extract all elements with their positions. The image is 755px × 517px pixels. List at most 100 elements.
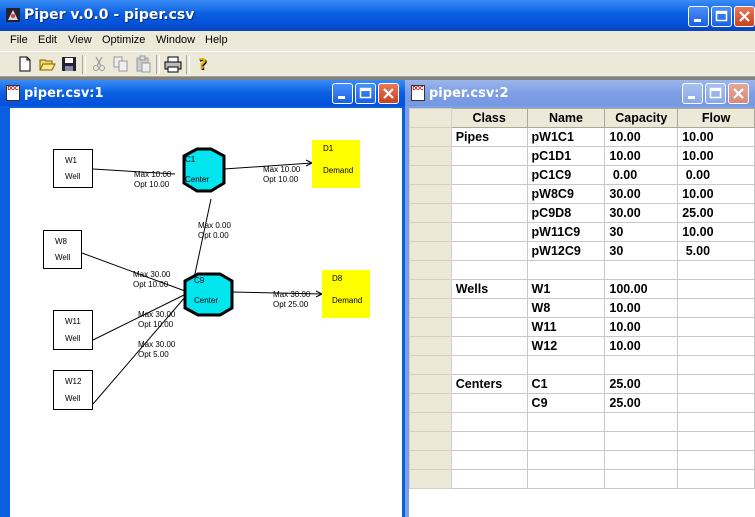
- row-header[interactable]: [409, 260, 452, 280]
- cell-class[interactable]: [450, 298, 528, 318]
- well-node-w1[interactable]: W1 Well: [53, 149, 93, 188]
- row-header[interactable]: [409, 241, 452, 261]
- column-header-flow[interactable]: Flow: [677, 108, 755, 128]
- grid-corner[interactable]: [409, 108, 452, 128]
- cut-icon[interactable]: [90, 55, 108, 73]
- row-header[interactable]: [409, 184, 452, 204]
- cell-flow[interactable]: [677, 260, 755, 280]
- cell-class[interactable]: [450, 260, 528, 280]
- menu-optimize[interactable]: Optimize: [102, 34, 145, 46]
- data-grid[interactable]: Class Name Capacity Flow Pipes pW1C1 10.00…: [409, 108, 755, 489]
- cell-capacity[interactable]: 10.00: [604, 317, 679, 337]
- diagram-close-button[interactable]: [378, 83, 399, 104]
- menu-edit[interactable]: Edit: [38, 34, 57, 46]
- print-icon[interactable]: [164, 55, 182, 73]
- cell-flow[interactable]: [677, 393, 755, 413]
- row-header[interactable]: [409, 336, 452, 356]
- cell-capacity[interactable]: 0.00: [604, 165, 679, 185]
- cell-name[interactable]: [526, 355, 606, 375]
- cell-class[interactable]: [450, 469, 528, 489]
- cell-class[interactable]: [450, 393, 528, 413]
- cell-flow[interactable]: 0.00: [677, 165, 755, 185]
- cell-capacity[interactable]: [604, 412, 679, 432]
- demand-node-d8[interactable]: D8 Demand: [322, 270, 370, 318]
- cell-capacity[interactable]: 10.00: [604, 298, 679, 318]
- menu-view[interactable]: View: [68, 34, 92, 46]
- menu-help[interactable]: Help: [205, 34, 228, 46]
- row-header[interactable]: [409, 222, 452, 242]
- row-header[interactable]: [409, 355, 452, 375]
- cell-flow[interactable]: 10.00: [677, 146, 755, 166]
- cell-capacity[interactable]: 30.00: [604, 184, 679, 204]
- app-title-bar[interactable]: Piper v.0.0 - piper.csv: [0, 0, 755, 31]
- demand-node-d1[interactable]: D1 Demand: [312, 140, 360, 188]
- row-header[interactable]: [409, 203, 452, 223]
- cell-capacity[interactable]: 10.00: [604, 336, 679, 356]
- cell-flow[interactable]: 5.00: [677, 241, 755, 261]
- cell-flow[interactable]: [677, 374, 755, 394]
- cell-flow[interactable]: 10.00: [677, 184, 755, 204]
- cell-flow[interactable]: [677, 450, 755, 470]
- table-window-title-bar[interactable]: DOC piper.csv:2: [405, 80, 755, 106]
- row-header[interactable]: [409, 279, 452, 299]
- cell-flow[interactable]: [677, 279, 755, 299]
- cell-class[interactable]: [450, 431, 528, 451]
- cell-capacity[interactable]: 30: [604, 241, 679, 261]
- cell-capacity[interactable]: 10.00: [604, 146, 679, 166]
- cell-class[interactable]: [450, 184, 528, 204]
- cell-class[interactable]: [450, 450, 528, 470]
- cell-flow[interactable]: [677, 355, 755, 375]
- cell-capacity[interactable]: [604, 469, 679, 489]
- cell-class[interactable]: Centers: [450, 374, 528, 394]
- save-icon[interactable]: [60, 55, 78, 73]
- cell-name[interactable]: pC1D1: [526, 146, 606, 166]
- cell-class[interactable]: [450, 336, 528, 356]
- cell-flow[interactable]: [677, 336, 755, 356]
- cell-name[interactable]: W11: [526, 317, 606, 337]
- well-node-w12[interactable]: W12 Well: [53, 370, 93, 410]
- cell-name[interactable]: pW12C9: [526, 241, 606, 261]
- cell-flow[interactable]: 25.00: [677, 203, 755, 223]
- diagram-window[interactable]: DOC piper.csv:1 W1 Well W8 Well W11 Well…: [0, 80, 405, 517]
- diagram-canvas[interactable]: W1 Well W8 Well W11 Well W12 Well C1 Cen…: [10, 108, 402, 517]
- cell-name[interactable]: W12: [526, 336, 606, 356]
- cell-name[interactable]: C1: [526, 374, 606, 394]
- table-window[interactable]: DOC piper.csv:2 Class Name Capacity Flow: [405, 80, 755, 517]
- open-icon[interactable]: [38, 55, 56, 73]
- cell-name[interactable]: pW1C1: [526, 127, 606, 147]
- table-grid-area[interactable]: Class Name Capacity Flow Pipes pW1C1 10.00…: [409, 108, 755, 517]
- cell-name[interactable]: [526, 260, 606, 280]
- cell-class[interactable]: [450, 355, 528, 375]
- cell-name[interactable]: W1: [526, 279, 606, 299]
- row-header[interactable]: [409, 374, 452, 394]
- diagram-minimize-button[interactable]: [332, 83, 353, 104]
- cell-flow[interactable]: [677, 298, 755, 318]
- cell-capacity[interactable]: [604, 450, 679, 470]
- row-header[interactable]: [409, 469, 452, 489]
- column-header-name[interactable]: Name: [526, 108, 606, 128]
- row-header[interactable]: [409, 127, 452, 147]
- cell-class[interactable]: Pipes: [450, 127, 528, 147]
- close-button[interactable]: [734, 6, 755, 27]
- cell-capacity[interactable]: 25.00: [604, 393, 679, 413]
- center-node-c9[interactable]: [183, 272, 234, 317]
- cell-name[interactable]: pW8C9: [526, 184, 606, 204]
- cell-name[interactable]: [526, 450, 606, 470]
- cell-flow[interactable]: [677, 469, 755, 489]
- cell-class[interactable]: [450, 241, 528, 261]
- pipe-c1c9[interactable]: [192, 198, 212, 284]
- cell-class[interactable]: [450, 203, 528, 223]
- cell-name[interactable]: pC1C9: [526, 165, 606, 185]
- cell-name[interactable]: [526, 431, 606, 451]
- cell-flow[interactable]: 10.00: [677, 127, 755, 147]
- cell-capacity[interactable]: 30: [604, 222, 679, 242]
- cell-class[interactable]: [450, 412, 528, 432]
- help-icon[interactable]: ??: [194, 55, 212, 73]
- cell-capacity[interactable]: 10.00: [604, 127, 679, 147]
- cell-class[interactable]: [450, 146, 528, 166]
- cell-name[interactable]: pW11C9: [526, 222, 606, 242]
- new-icon[interactable]: [16, 55, 34, 73]
- well-node-w8[interactable]: W8 Well: [43, 230, 82, 269]
- table-close-button[interactable]: [728, 83, 749, 104]
- row-header[interactable]: [409, 412, 452, 432]
